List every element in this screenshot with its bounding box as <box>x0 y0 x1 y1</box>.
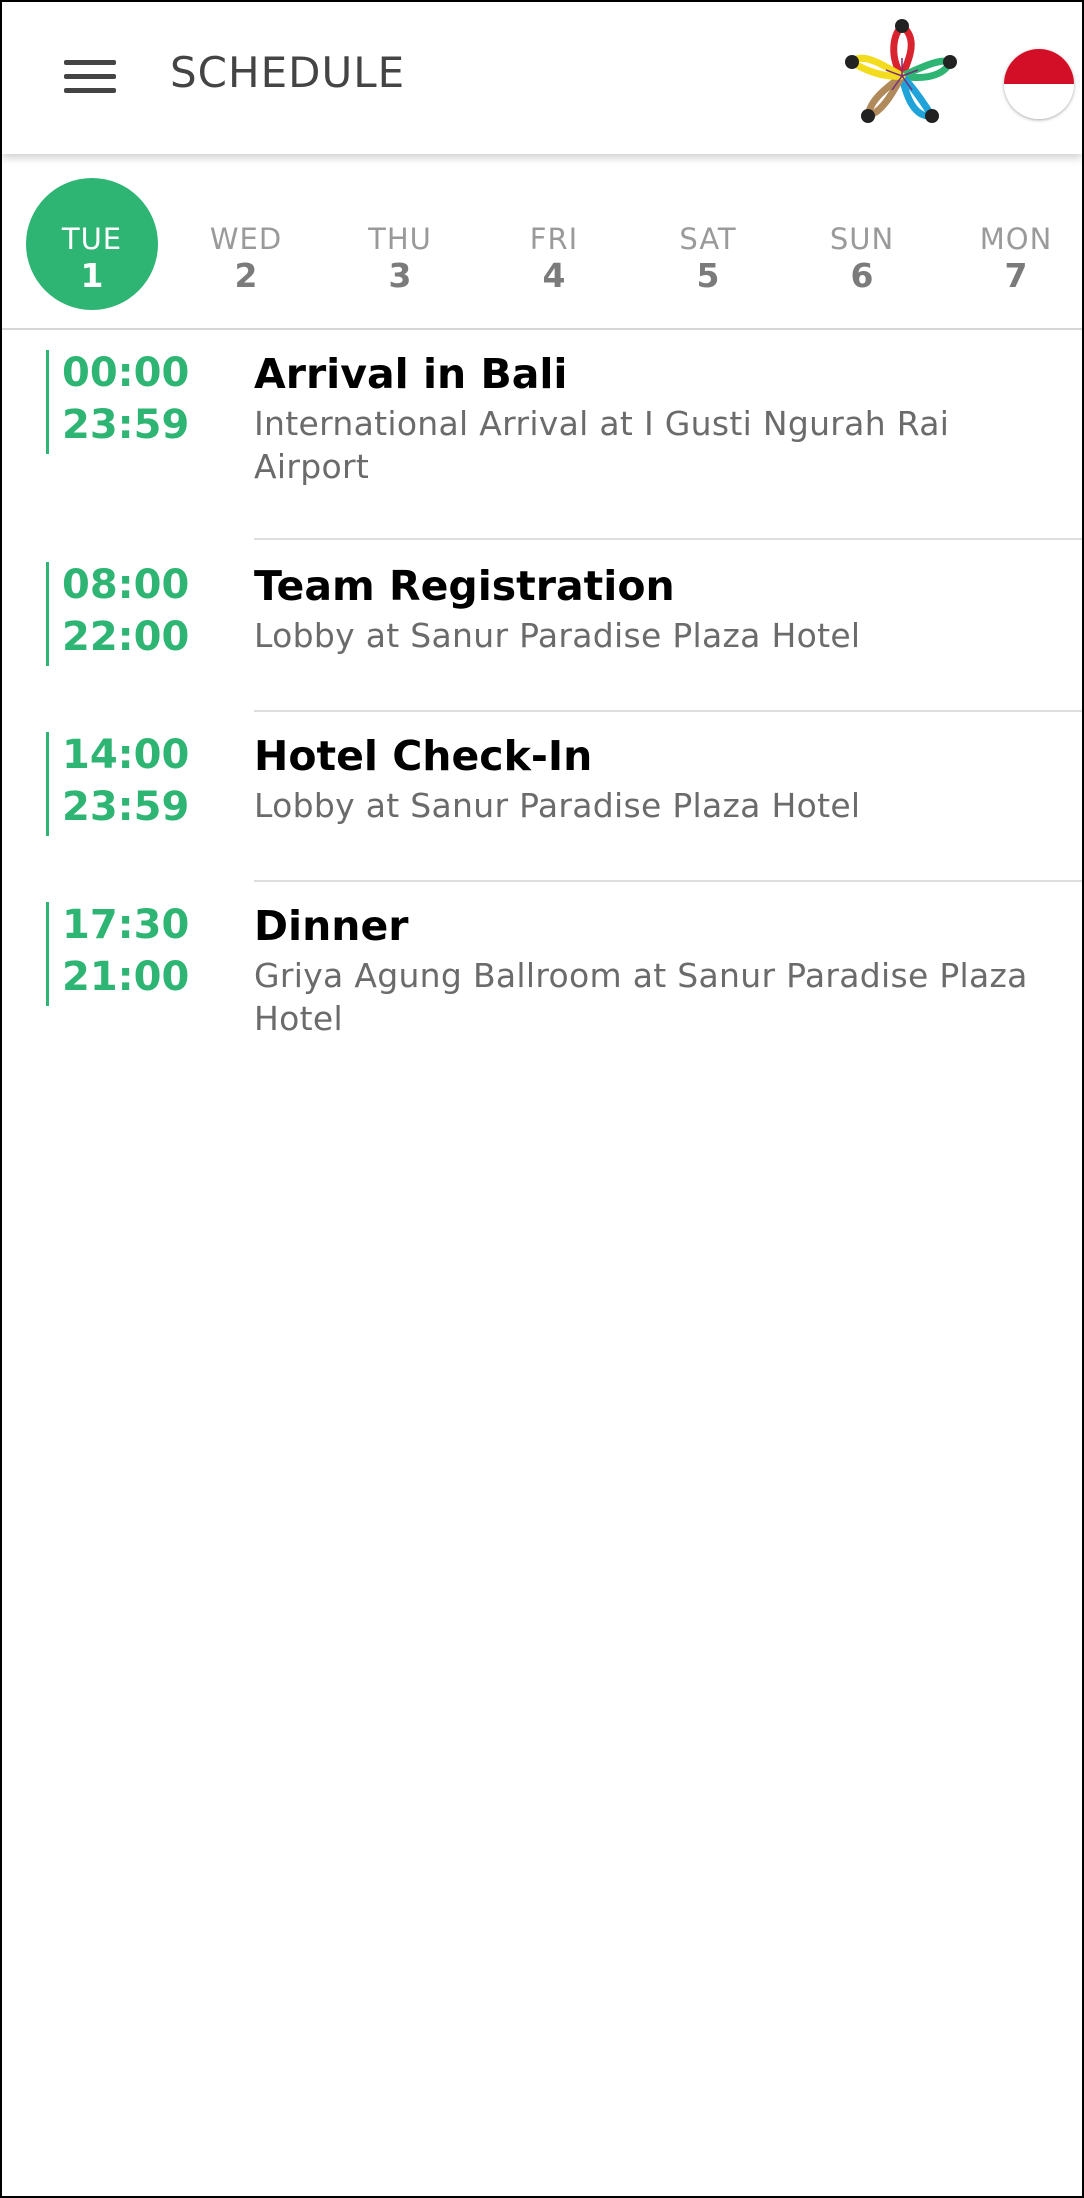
page-title: SCHEDULE <box>170 48 406 97</box>
time-indicator-bar <box>46 732 49 836</box>
day-tab-thu[interactable]: THU 3 <box>334 178 466 310</box>
day-number: 5 <box>696 256 720 295</box>
day-name: MON <box>979 222 1053 256</box>
day-number: 1 <box>80 256 104 295</box>
start-time: 00:00 <box>62 350 190 396</box>
time-indicator-bar <box>46 350 49 454</box>
day-name: TUE <box>61 222 123 256</box>
day-tab-mon[interactable]: MON 7 <box>950 178 1082 310</box>
divider <box>254 880 1082 882</box>
time-indicator-bar <box>46 902 49 1006</box>
day-number: 3 <box>388 256 412 295</box>
event-location: International Arrival at I Gusti Ngurah … <box>254 404 950 486</box>
day-name: FRI <box>529 222 579 256</box>
end-time: 22:00 <box>62 614 190 660</box>
day-number: 6 <box>850 256 874 295</box>
event-location: Lobby at Sanur Paradise Plaza Hotel <box>254 616 861 655</box>
indonesia-flag-icon[interactable] <box>1004 49 1074 119</box>
day-number: 4 <box>542 256 566 295</box>
flower-logo-icon <box>845 19 957 123</box>
divider <box>254 710 1082 712</box>
event-location: Griya Agung Ballroom at Sanur Paradise P… <box>254 956 1028 1038</box>
day-name: WED <box>209 222 283 256</box>
start-time: 17:30 <box>62 902 190 948</box>
start-time: 08:00 <box>62 562 190 608</box>
event-title: Dinner <box>254 902 409 950</box>
day-tab-sat[interactable]: SAT 5 <box>642 178 774 310</box>
end-time: 23:59 <box>62 402 190 448</box>
end-time: 23:59 <box>62 784 190 830</box>
divider <box>254 538 1082 540</box>
event-location: Lobby at Sanur Paradise Plaza Hotel <box>254 786 861 825</box>
day-tab-sun[interactable]: SUN 6 <box>796 178 928 310</box>
hamburger-menu-icon[interactable] <box>64 58 116 96</box>
day-name: SAT <box>679 222 737 256</box>
day-name: THU <box>368 222 432 256</box>
event-title: Hotel Check-In <box>254 732 593 780</box>
time-indicator-bar <box>46 562 49 666</box>
app-bar: SCHEDULE <box>2 2 1082 154</box>
event-title: Team Registration <box>254 562 675 610</box>
day-number: 7 <box>1004 256 1028 295</box>
day-tab-wed[interactable]: WED 2 <box>180 178 312 310</box>
day-tab-fri[interactable]: FRI 4 <box>488 178 620 310</box>
end-time: 21:00 <box>62 954 190 1000</box>
day-number: 2 <box>234 256 258 295</box>
event-title: Arrival in Bali <box>254 350 568 398</box>
day-name: SUN <box>829 222 895 256</box>
day-selector: TUE 1 WED 2 THU 3 FRI 4 SAT 5 SUN 6 MON 7 <box>2 162 1082 330</box>
start-time: 14:00 <box>62 732 190 778</box>
day-tab-tue[interactable]: TUE 1 <box>26 178 158 310</box>
